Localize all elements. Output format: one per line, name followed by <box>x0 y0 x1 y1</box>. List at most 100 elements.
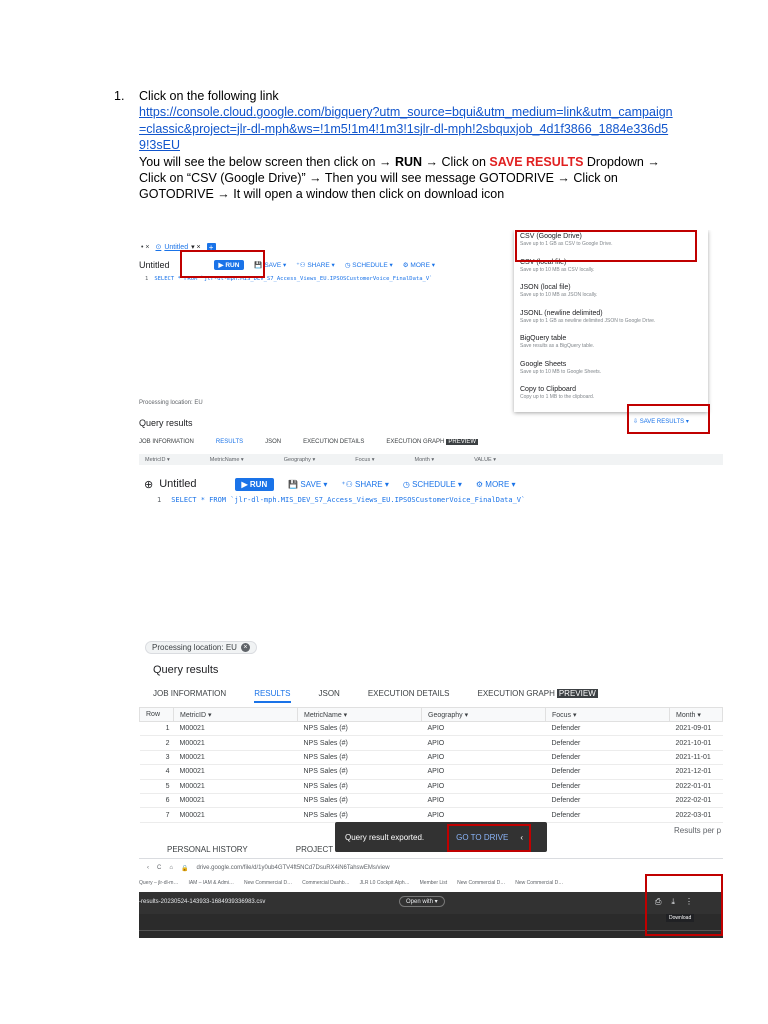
schedule-button[interactable]: ◷ SCHEDULE ▾ <box>345 261 393 269</box>
column-header[interactable]: Geography ▾ <box>284 457 316 463</box>
tab-personal-history[interactable]: PERSONAL HISTORY <box>167 845 248 854</box>
toast-message: Query result exported. <box>345 832 425 842</box>
run-button[interactable]: ▶ RUN <box>234 477 275 491</box>
bookmark-item[interactable]: Member List <box>420 880 448 886</box>
home-icon[interactable]: ⌂ <box>169 865 173 871</box>
save-button[interactable]: 💾 SAVE ▾ <box>288 480 327 489</box>
line-number: 1 <box>157 496 162 504</box>
sql-text: SELECT * FROM `jlr-dl-mph.MIS_DEV_S7_Acc… <box>171 496 526 504</box>
table-row: 6 M00021 NPS Sales (#) APIO Defender 2022-02-… <box>139 793 723 809</box>
reload-icon[interactable]: C <box>157 865 161 871</box>
column-header[interactable]: Focus ▾ <box>355 457 374 463</box>
drive-file-viewer: -results-20230524-143933-1684939336983.c… <box>139 892 723 938</box>
table-row: 3 M00021 NPS Sales (#) APIO Defender 2021-11-… <box>139 750 723 766</box>
table-cell: 2021-09-01 <box>669 721 723 737</box>
run-keyword: RUN <box>394 154 423 169</box>
bookmark-item[interactable]: New Commercial D… <box>515 880 563 886</box>
column-header[interactable]: MetricName ▾ <box>210 457 244 463</box>
bookmark-item[interactable]: JLR L0 Cockpit Alph… <box>360 880 410 886</box>
schedule-label: SCHEDULE ▾ <box>352 262 393 269</box>
tab-close[interactable]: • × <box>141 244 149 251</box>
column-header[interactable]: Month ▾ <box>415 457 435 463</box>
tab-results[interactable]: RESULTS <box>216 439 243 445</box>
tab-execution-graph[interactable]: EXECUTION GRAPH PREVIEW <box>478 689 598 703</box>
table-cell: M00021 <box>173 750 298 766</box>
column-header-month[interactable]: Month ▾ <box>669 707 723 722</box>
table-cell: APIO <box>421 735 546 751</box>
query-title-text: Untitled <box>159 478 197 490</box>
column-header-geography[interactable]: Geography ▾ <box>421 707 546 722</box>
table-cell: Defender <box>545 721 670 737</box>
save-results-keyword: SAVE RESULTS <box>489 154 584 169</box>
line-number: 1 <box>145 276 149 282</box>
table-cell: NPS Sales (#) <box>297 793 422 809</box>
table-cell: Defender <box>545 750 670 766</box>
more-button[interactable]: ⚙ MORE ▾ <box>403 261 435 269</box>
results-per-page[interactable]: Results per p <box>674 826 721 835</box>
table-cell: 6 <box>139 793 174 809</box>
sql-editor[interactable]: 1 SELECT * FROM `jlr-dl-mph.MIS_DEV_S7_Ac… <box>157 496 525 504</box>
bookmark-item[interactable]: Commercial Dashb… <box>302 880 350 886</box>
steps-part-2: → Click on <box>422 154 490 169</box>
menu-item-json-local[interactable]: JSON (local file) Save up to 10 MB as JSO… <box>514 281 708 307</box>
more-button[interactable]: ⚙ MORE ▾ <box>476 480 516 489</box>
column-header-row[interactable]: Row <box>139 707 174 722</box>
schedule-button[interactable]: ◷ SCHEDULE ▾ <box>403 480 462 489</box>
table-cell: APIO <box>421 750 546 766</box>
result-tabs: JOB INFORMATION RESULTS JSON EXECUTION D… <box>153 689 598 703</box>
share-button[interactable]: ⁺⚇ SHARE ▾ <box>341 480 388 489</box>
screenshot-go-to-drive: ⊕ Untitled ▶ RUN 💾 SAVE ▾ ⁺⚇ SHARE ▾ ◷ SC… <box>139 472 723 938</box>
menu-item-subtitle: Save results as a BigQuery table. <box>520 343 595 349</box>
column-header[interactable]: MetricID ▾ <box>145 457 170 463</box>
table-cell: 2022-03-01 <box>669 807 723 823</box>
tab-execution-details[interactable]: EXECUTION DETAILS <box>303 439 364 445</box>
tab-execution-graph[interactable]: EXECUTION GRAPH PREVIEW <box>386 439 479 445</box>
bookmark-item[interactable]: Query – jlr-dl-m… <box>139 880 178 886</box>
menu-item-subtitle: Save up to 10 MB to Google Sheets. <box>520 368 602 375</box>
bookmark-item[interactable]: IAM – IAM & Admi… <box>188 880 234 886</box>
share-button[interactable]: ⁺⚇ SHARE ▾ <box>296 261 335 269</box>
column-header[interactable]: VALUE ▾ <box>474 457 496 463</box>
back-icon[interactable]: ‹ <box>147 865 149 871</box>
table-cell: 5 <box>139 779 174 794</box>
table-cell: NPS Sales (#) <box>297 750 422 766</box>
list-number: 1. <box>114 89 125 103</box>
table-cell: M00021 <box>173 721 298 737</box>
bookmark-item[interactable]: New Commercial D… <box>244 880 292 886</box>
table-cell: 2021-10-01 <box>669 735 723 751</box>
open-with-button[interactable]: Open with ▾ <box>399 896 445 907</box>
url-text[interactable]: drive.google.com/file/d/1y0ub4GTV4ft5NCd… <box>196 865 389 871</box>
table-cell: NPS Sales (#) <box>297 735 422 751</box>
tab-job-information[interactable]: JOB INFORMATION <box>139 439 194 445</box>
go-to-drive-highlight-box <box>447 824 531 852</box>
bookmark-item[interactable]: New Commercial D… <box>457 880 505 886</box>
table-cell: APIO <box>421 793 546 809</box>
menu-item-google-sheets[interactable]: Google Sheets Save up to 10 MB to Google … <box>514 358 708 384</box>
more-label: MORE ▾ <box>410 262 435 269</box>
run-label: RUN <box>249 479 268 489</box>
bookmarks-bar: Query – jlr-dl-m… IAM – IAM & Admi… New … <box>139 877 723 889</box>
column-header-focus[interactable]: Focus ▾ <box>545 707 670 722</box>
menu-item-subtitle: Save up to 10 MB as JSON locally. <box>520 292 598 298</box>
query-title: ⊕ Untitled <box>144 478 197 491</box>
tab-json[interactable]: JSON <box>319 689 340 703</box>
result-tabs: JOB INFORMATION RESULTS JSON EXECUTION D… <box>139 439 479 445</box>
close-icon[interactable]: × <box>240 643 250 652</box>
menu-item-bigquery-table[interactable]: BigQuery table Save results as a BigQuery… <box>514 332 708 358</box>
tab-results[interactable]: RESULTS <box>254 689 291 703</box>
tab-execution-details[interactable]: EXECUTION DETAILS <box>368 689 450 703</box>
column-header-metricname[interactable]: MetricName ▾ <box>297 707 422 722</box>
bigquery-link[interactable]: https://console.cloud.google.com/bigquer… <box>139 104 674 153</box>
table-cell: 2021-12-01 <box>669 764 723 780</box>
share-label: SHARE ▾ <box>307 262 335 269</box>
table-row: 7 M00021 NPS Sales (#) APIO Defender 2022-03-… <box>139 807 723 823</box>
table-cell: Defender <box>545 735 670 751</box>
table-cell: M00021 <box>173 735 298 751</box>
tab-json[interactable]: JSON <box>265 439 281 445</box>
table-cell: 2 <box>139 735 174 751</box>
menu-item-jsonl[interactable]: JSONL (newline delimited) Save up to 1 GB… <box>514 307 708 333</box>
table-cell: NPS Sales (#) <box>297 779 422 794</box>
tab-job-information[interactable]: JOB INFORMATION <box>153 689 226 703</box>
screenshot-save-results: • × ⊙ Untitled ▾ × + Untitled ▶ RUN 💾 SAVE… <box>139 230 723 465</box>
column-header-metricid[interactable]: MetricID ▾ <box>173 707 298 722</box>
